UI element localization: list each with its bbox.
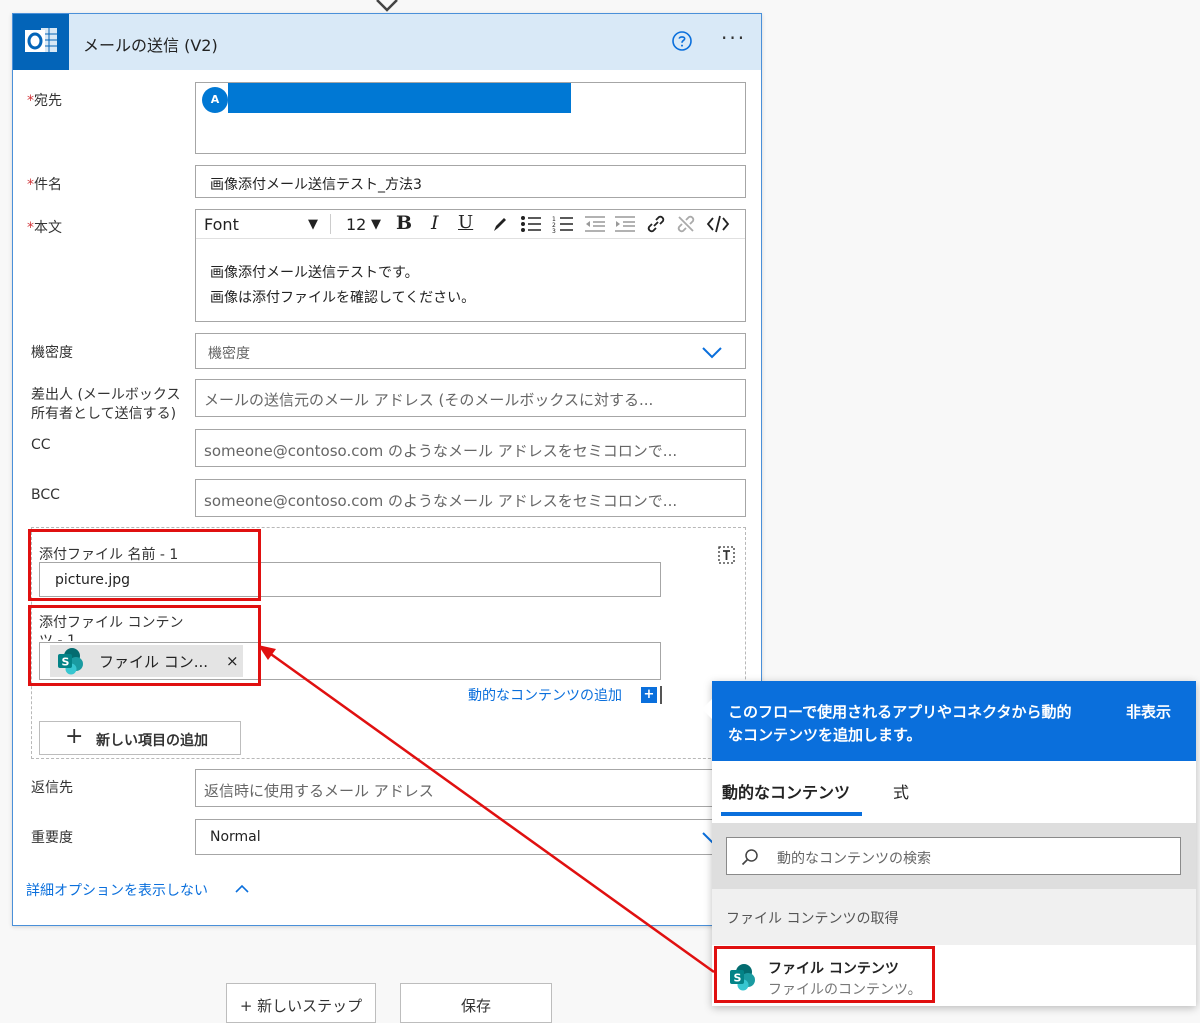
annotation-arrow [258, 645, 715, 974]
